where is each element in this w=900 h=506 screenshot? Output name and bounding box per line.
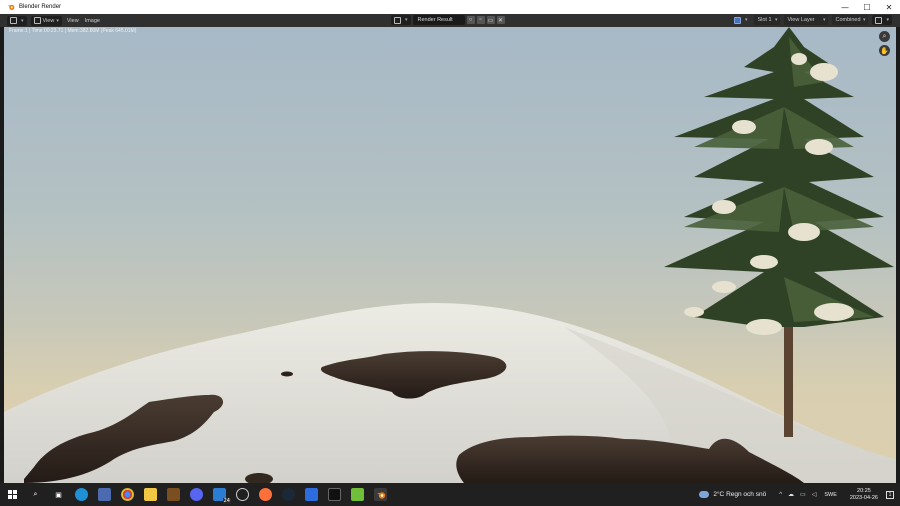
blender-taskbar-icon[interactable]: [374, 488, 387, 501]
window-titlebar: Blender Render — ☐ ✕: [0, 0, 900, 14]
file-explorer-icon[interactable]: [144, 488, 157, 501]
slot-label: Slot 1: [757, 17, 772, 23]
firefox-icon[interactable]: [259, 488, 272, 501]
menu-image[interactable]: Image: [82, 16, 103, 26]
steam-icon[interactable]: [282, 488, 295, 501]
scopes-icon: [875, 16, 883, 24]
scopes-button[interactable]: ▾: [872, 15, 892, 25]
minimize-button[interactable]: —: [834, 0, 856, 14]
pass-dropdown[interactable]: Combined ▾: [832, 15, 869, 25]
copy-icon[interactable]: ▫: [476, 16, 485, 24]
blender-logo-icon: [7, 4, 15, 10]
rock-pebble: [281, 371, 293, 377]
language-indicator[interactable]: SWE: [824, 492, 837, 498]
render-stats: Frame:1 | Time:00:23.71 | Mem:382.80M (P…: [9, 28, 137, 34]
zoom-icon[interactable]: ⌕: [879, 31, 890, 42]
clock-date: 2023-04-26: [849, 494, 878, 501]
system-tray: 2°C Regn och snö ^ ☁ ▭ ◁ SWE 20:25 2023-…: [699, 483, 900, 506]
fake-user-icon[interactable]: ○: [466, 16, 475, 24]
onedrive-icon[interactable]: ☁: [788, 491, 794, 498]
view-mode-icon: [33, 17, 41, 24]
maximize-button[interactable]: ☐: [856, 0, 878, 14]
view-layer-label: View Layer: [787, 17, 815, 23]
image-editor-icon: [10, 17, 17, 24]
browse-image-button[interactable]: ▾: [391, 15, 411, 25]
search-icon[interactable]: ⌕: [29, 488, 42, 501]
display-channels-icon: [733, 16, 741, 24]
volume-icon[interactable]: ◁: [812, 491, 817, 498]
edge-icon[interactable]: [75, 488, 88, 501]
app-blue-icon[interactable]: [305, 488, 318, 501]
header-right-controls: ▾ Slot 1 ▾ View Layer ▾ Combined ▾ ▾: [731, 15, 892, 25]
pass-label: Combined: [835, 17, 861, 23]
weather-widget[interactable]: 2°C Regn och snö: [699, 491, 766, 498]
image-browser: ▾ Render Result ○ ▫ ▭ ✕: [391, 15, 505, 25]
editor-type-button[interactable]: ▾: [7, 15, 27, 26]
clock[interactable]: 20:25 2023-04-26: [850, 488, 878, 502]
render-viewport[interactable]: Frame:1 | Time:00:23.71 | Mem:382.80M (P…: [4, 27, 896, 483]
menu-view[interactable]: View: [64, 16, 82, 26]
window-title: Blender Render: [19, 4, 62, 10]
task-view-icon[interactable]: ▣: [52, 488, 65, 501]
app-icon[interactable]: [98, 488, 111, 501]
weather-temp: 2°C: [713, 491, 725, 498]
windows-start-icon[interactable]: [6, 488, 19, 501]
chevron-down-icon: ▾: [886, 17, 889, 23]
app-icon-dark[interactable]: [167, 488, 180, 501]
slot-dropdown[interactable]: Slot 1 ▾: [754, 15, 781, 25]
mail-badge: 24: [222, 498, 231, 504]
close-button[interactable]: ✕: [878, 0, 900, 14]
chevron-down-icon: ▾: [822, 17, 826, 23]
chevron-down-icon: ▾: [405, 17, 408, 23]
pine-tree: [664, 27, 894, 327]
view-mode-dropdown[interactable]: View ▾: [30, 15, 62, 26]
chevron-down-icon: ▾: [56, 17, 59, 24]
notification-center-icon[interactable]: 1: [886, 490, 894, 499]
epic-games-icon[interactable]: [328, 488, 341, 501]
mail-icon[interactable]: 24: [213, 488, 231, 504]
clock-time: 20:25: [857, 487, 871, 494]
chevron-down-icon: ▾: [862, 17, 866, 23]
chevron-up-icon[interactable]: ^: [779, 492, 782, 498]
weather-text: Regn och snö: [726, 491, 767, 498]
cloud-snow-icon: [699, 491, 710, 498]
app-circle-icon[interactable]: [236, 488, 249, 501]
discord-icon[interactable]: [190, 488, 203, 501]
minecraft-icon[interactable]: [351, 488, 364, 501]
chevron-down-icon: ▾: [21, 17, 24, 24]
windows-taskbar: ⌕ ▣ 24 2°C Regn och snö ^ ☁ ▭ ◁ SWE 20:2…: [0, 483, 900, 506]
view-mode-label: View: [42, 17, 55, 24]
network-icon[interactable]: ▭: [800, 491, 806, 498]
chrome-icon[interactable]: [121, 488, 134, 501]
image-name-field[interactable]: Render Result: [412, 15, 465, 25]
pan-hand-icon[interactable]: ✋: [879, 45, 890, 56]
image-editor-header: ▾ View ▾ View Image ▾ Render Result ○ ▫ …: [0, 14, 900, 27]
render-image: [4, 27, 896, 483]
unlink-icon[interactable]: ✕: [496, 16, 505, 24]
chevron-down-icon: ▾: [744, 17, 748, 23]
image-icon: [394, 16, 401, 24]
window-controls: — ☐ ✕: [834, 0, 900, 14]
folder-icon[interactable]: ▭: [486, 16, 495, 24]
view-layer-dropdown[interactable]: View Layer ▾: [784, 15, 829, 25]
display-channels-button[interactable]: ▾: [731, 15, 751, 25]
chevron-down-icon: ▾: [774, 17, 778, 23]
